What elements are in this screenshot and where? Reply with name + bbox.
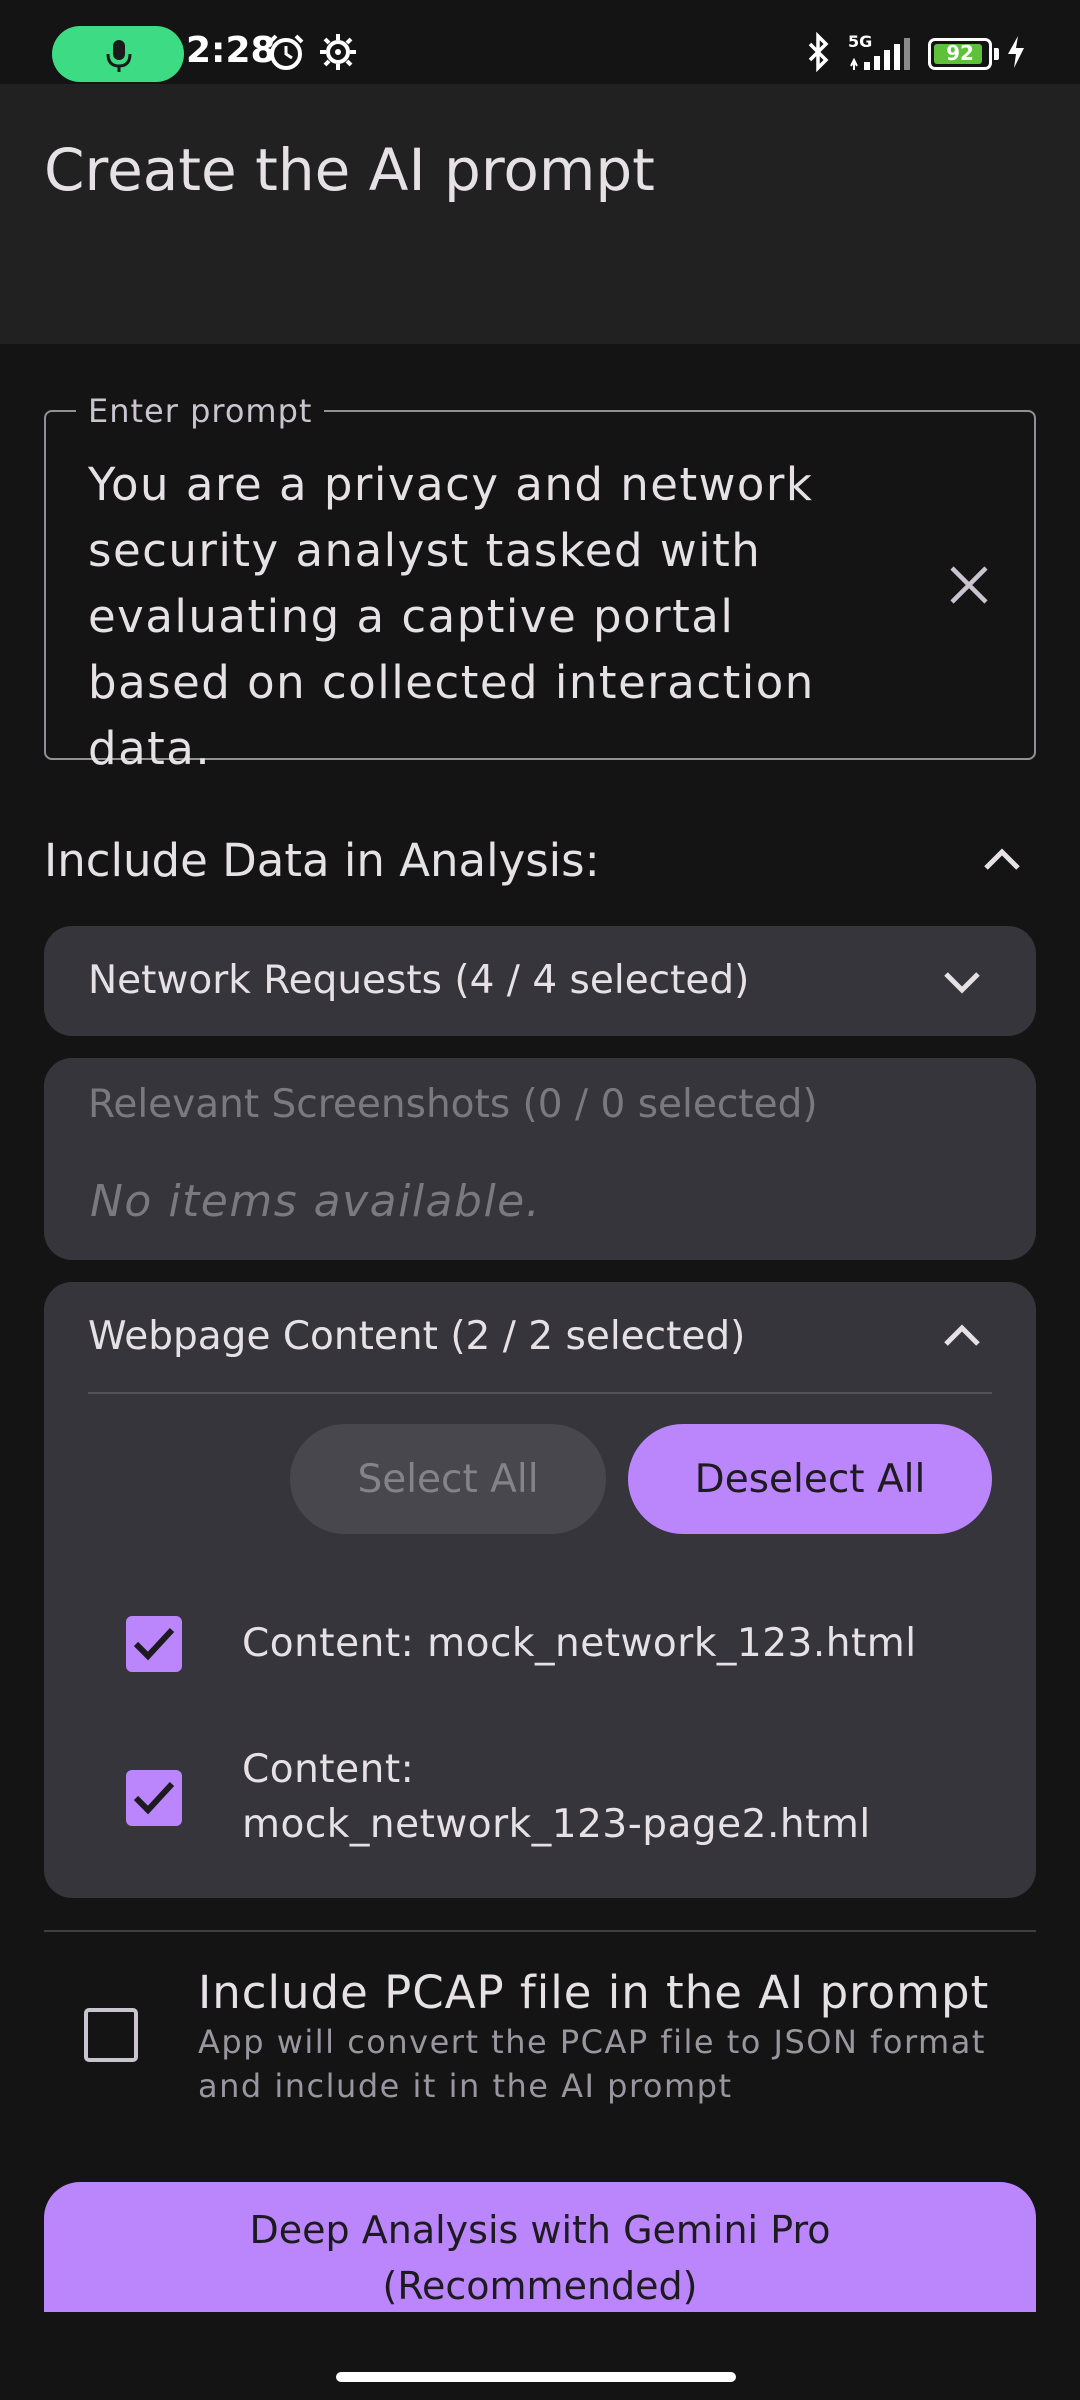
top-app-bar <box>0 84 1080 344</box>
include-pcap-title: Include PCAP file in the AI prompt <box>198 1966 990 2019</box>
content-item-label: Content: mock_network_123.html <box>242 1621 917 1666</box>
status-time: 2:28 <box>186 30 276 71</box>
clear-icon[interactable] <box>946 562 992 608</box>
content-item-label: Content: mock_network_123-page2.html <box>242 1742 871 1852</box>
battery-level: 92 <box>946 41 974 65</box>
content-item-checkbox[interactable] <box>126 1616 182 1672</box>
include-pcap-description: App will convert the PCAP file to JSON f… <box>198 2023 986 2105</box>
deep-analysis-label: Deep Analysis with Gemini Pro (Recommend… <box>44 2202 1036 2312</box>
screenshots-card: Relevant Screenshots (0 / 0 selected) No… <box>44 1058 1036 1260</box>
signal-icon <box>850 38 910 70</box>
navigation-bar <box>0 2312 1080 2400</box>
chevron-up-icon[interactable] <box>982 846 1022 874</box>
webpage-content-title[interactable]: Webpage Content (2 / 2 selected) <box>88 1314 745 1359</box>
charging-bolt-icon <box>1008 36 1024 68</box>
screenshots-title: Relevant Screenshots (0 / 0 selected) <box>88 1082 818 1127</box>
home-indicator[interactable] <box>336 2372 736 2382</box>
mic-indicator[interactable] <box>52 26 184 82</box>
settings-gear-icon <box>320 34 356 70</box>
network-requests-card[interactable]: Network Requests (4 / 4 selected) <box>44 926 1036 1036</box>
alarm-icon <box>268 34 304 70</box>
check-icon <box>133 1627 175 1661</box>
content-item-checkbox[interactable] <box>126 1770 182 1826</box>
section-divider <box>44 1930 1036 1932</box>
select-all-button[interactable]: Select All <box>290 1424 606 1534</box>
empty-state-text: No items available. <box>90 1176 542 1227</box>
chevron-up-icon[interactable] <box>942 1322 982 1350</box>
status-bar: 2:28 5G 92 <box>0 0 1080 84</box>
chevron-down-icon[interactable] <box>942 968 982 996</box>
deep-analysis-button[interactable]: Deep Analysis with Gemini Pro (Recommend… <box>44 2182 1036 2312</box>
content-item-label-line1: Content: <box>242 1747 415 1792</box>
include-pcap-checkbox[interactable] <box>84 2008 138 2062</box>
battery-icon: 92 <box>928 38 992 70</box>
include-data-heading: Include Data in Analysis: <box>44 834 600 887</box>
check-icon <box>133 1781 175 1815</box>
content-item-label-line2: mock_network_123-page2.html <box>242 1802 871 1847</box>
deep-analysis-label-line2: (Recommended) <box>382 2264 698 2308</box>
prompt-input-text[interactable]: You are a privacy and network security a… <box>88 452 888 782</box>
deep-analysis-label-line1: Deep Analysis with Gemini Pro <box>249 2208 831 2252</box>
battery-tip <box>994 48 999 60</box>
deselect-all-button[interactable]: Deselect All <box>628 1424 992 1534</box>
webpage-content-card: Webpage Content (2 / 2 selected) Select … <box>44 1282 1036 1898</box>
bluetooth-icon <box>808 32 829 72</box>
mic-icon <box>106 40 132 72</box>
page-title: Create the AI prompt <box>44 136 655 204</box>
network-requests-title: Network Requests (4 / 4 selected) <box>88 958 750 1003</box>
prompt-label: Enter prompt <box>76 392 325 430</box>
card-divider <box>88 1392 992 1394</box>
